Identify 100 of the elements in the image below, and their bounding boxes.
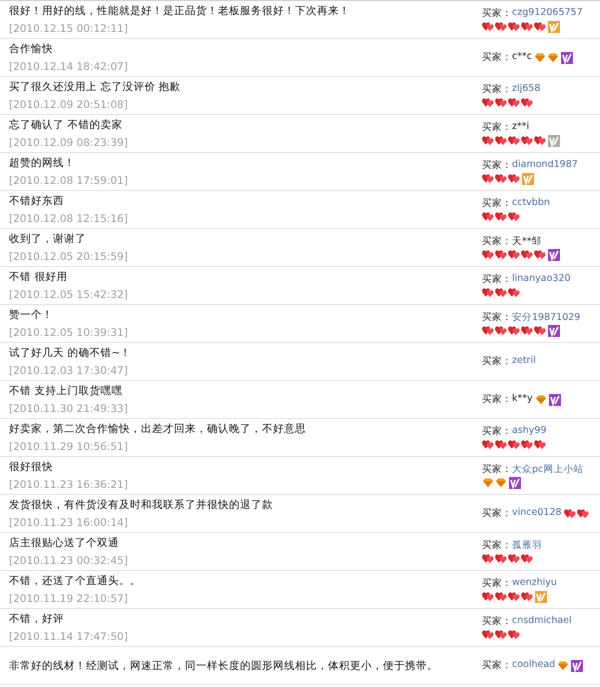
buyer-link[interactable]: zetril (512, 355, 536, 368)
diamond-icon (495, 477, 507, 488)
review-text: 非常好的线材！经测试，网速正常，同一样长度的圆形网线相比，体积更小，便于携带。 (9, 658, 439, 672)
review-text: 不错 支持上门取货嘿嘿 (9, 384, 124, 398)
double-heart-icon (495, 211, 507, 222)
double-heart-icon (534, 21, 546, 32)
review-text: 超赞的网线！ (9, 156, 76, 170)
buyer-label: 买家： (482, 539, 512, 552)
buyer-label: 买家： (482, 51, 512, 64)
double-heart-icon (482, 21, 494, 32)
buyer-name: z**i (512, 120, 530, 134)
double-heart-icon (521, 325, 533, 336)
review-text: 好卖家，第二次合作愉快，出差才回来，确认晚了，不好意思 (9, 422, 307, 436)
review-time: [2010.12.03 17:30:47] (9, 365, 129, 377)
diamond-icon (534, 394, 547, 405)
buyer-link[interactable]: vince0128 (512, 507, 562, 520)
buyer-link[interactable]: ashy99 (512, 425, 547, 438)
double-heart-icon (508, 97, 520, 108)
double-heart-icon (521, 553, 533, 564)
review-time: [2010.12.05 15:42:32] (9, 289, 129, 301)
double-heart-icon (521, 591, 533, 602)
review-text: 店主很贴心送了个双通 (9, 536, 120, 550)
review-time: [2010.11.23 16:00:14] (9, 517, 129, 529)
buyer-link[interactable]: diamond1987 (512, 158, 578, 172)
double-heart-icon (495, 591, 507, 602)
double-heart-icon (576, 508, 589, 519)
review-time: [2010.12.05 10:39:31] (9, 327, 129, 339)
buyer-link[interactable]: czg912065757 (512, 6, 583, 20)
buyer-label: 买家： (482, 6, 512, 20)
double-heart-icon (495, 21, 507, 32)
buyer-name: c**c (512, 51, 532, 64)
double-heart-icon (482, 97, 494, 108)
diamond-icon (534, 52, 546, 63)
double-heart-icon (482, 325, 494, 336)
double-heart-icon (495, 325, 507, 336)
double-heart-icon (482, 629, 494, 640)
double-heart-icon (521, 135, 533, 146)
review-text: 不错，还送了个直通头。。 (9, 574, 142, 588)
buyer-link[interactable]: cnsdmichael (512, 615, 572, 628)
review-text: 试了好几天 的确不错~！ (9, 346, 132, 360)
buyer-label: 买家： (482, 273, 512, 286)
review-time: [2010.12.08 17:59:01] (9, 175, 129, 187)
buyer-link[interactable]: 安分19871029 (512, 310, 580, 324)
double-heart-icon (482, 135, 494, 146)
review-text: 不错好东西 (9, 194, 65, 208)
buyer-link[interactable]: 孤雁羽 (512, 539, 542, 552)
review-text: 不错 很好用 (9, 270, 68, 284)
buyer-label: 买家： (482, 615, 512, 628)
buyer-link[interactable]: cctvbbn (512, 197, 550, 210)
double-heart-icon (534, 135, 546, 146)
review-time: [2010.11.19 22:10:57] (9, 593, 129, 605)
review-text: 发货很快，有件货没有及时和我联系了并很快的退了款 (9, 498, 274, 512)
double-heart-icon (508, 591, 520, 602)
double-heart-icon (508, 629, 520, 640)
buyer-label: 买家： (482, 393, 512, 406)
double-heart-icon (534, 325, 546, 336)
double-heart-icon (495, 287, 507, 298)
buyer-link[interactable]: coolhead (512, 659, 556, 672)
buyer-name: k**y (512, 393, 533, 406)
double-heart-icon (495, 249, 507, 260)
double-heart-icon (482, 591, 494, 602)
buyer-label: 买家： (482, 576, 512, 590)
buyer-name: 天**邹 (512, 234, 542, 248)
buyer-link[interactable]: zlj658 (512, 83, 540, 96)
review-time: [2010.12.05 20:15:59] (9, 251, 129, 263)
review-text: 合作愉快 (9, 42, 54, 56)
double-heart-icon (508, 173, 520, 184)
review-time: [2010.12.14 18:42:07] (9, 61, 129, 73)
buyer-label: 买家： (482, 355, 512, 368)
review-time: [2010.12.15 00:12:11] (9, 23, 129, 35)
double-heart-icon (482, 439, 494, 450)
buyer-link[interactable]: linanyao320 (512, 273, 571, 286)
double-heart-icon (482, 249, 494, 260)
double-heart-icon (508, 439, 520, 450)
double-heart-icon (508, 325, 520, 336)
double-heart-icon (521, 249, 533, 260)
double-heart-icon (521, 21, 533, 32)
review-time: [2010.12.09 20:51:08] (9, 99, 129, 111)
review-text: 赞一个！ (9, 308, 54, 322)
double-heart-icon (508, 21, 520, 32)
buyer-label: 买家： (482, 83, 512, 96)
buyer-link[interactable]: 大众pc网上小站 (512, 462, 584, 476)
review-text: 很好很快 (9, 460, 54, 474)
review-time: [2010.11.29 10:56:51] (9, 441, 129, 453)
double-heart-icon (495, 97, 507, 108)
buyer-link[interactable]: wenzhiyu (512, 576, 557, 590)
double-heart-icon (521, 97, 533, 108)
double-heart-icon (482, 211, 494, 222)
buyer-label: 买家： (482, 462, 512, 476)
double-heart-icon (508, 553, 520, 564)
double-heart-icon (521, 439, 533, 450)
buyer-label: 买家： (482, 234, 512, 248)
review-time: [2010.12.09 08:23:39] (9, 137, 129, 149)
double-heart-icon (534, 439, 546, 450)
review-time: [2010.11.23 16:36:21] (9, 479, 129, 491)
double-heart-icon (564, 508, 576, 519)
buyer-label: 买家： (482, 659, 512, 672)
double-heart-icon (482, 287, 494, 298)
buyer-label: 买家： (482, 158, 512, 172)
double-heart-icon (495, 135, 507, 146)
